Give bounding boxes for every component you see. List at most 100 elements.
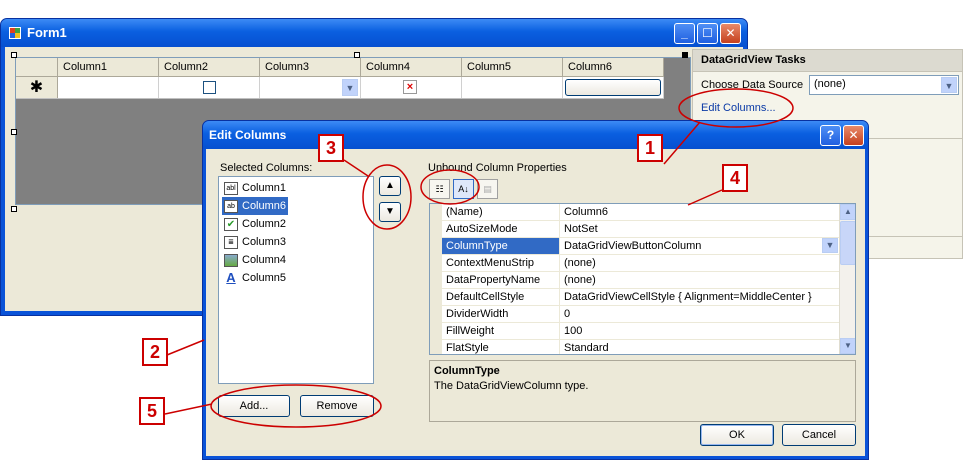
property-row[interactable]: FillWeight 100 <box>430 323 840 340</box>
grid-gutter <box>430 323 442 339</box>
selected-columns-list[interactable]: abl Column1 ab Column6 ✔ Column2 ≣ Colum… <box>218 176 374 384</box>
property-grid[interactable]: (Name) Column6 AutoSizeMode NotSet Colum… <box>429 203 856 355</box>
property-row[interactable]: DefaultCellStyle DataGridViewCellStyle {… <box>430 289 840 306</box>
cell-button[interactable] <box>565 79 661 96</box>
new-row-marker[interactable]: ✱ <box>16 77 58 98</box>
textbox-column-icon: abl <box>224 181 238 195</box>
selection-handle[interactable] <box>354 52 360 58</box>
alphabetical-button[interactable]: A↓ <box>453 179 474 199</box>
button-column-icon: ab <box>224 199 238 213</box>
dgv-column-header[interactable]: Column4 <box>361 58 462 76</box>
ok-button[interactable]: OK <box>700 424 774 446</box>
property-value[interactable]: 100 <box>560 323 840 339</box>
minimize-button[interactable]: _ <box>674 23 695 44</box>
property-value[interactable]: NotSet <box>560 221 840 237</box>
sort-az-icon: A↓ <box>458 184 469 194</box>
list-item-selected[interactable]: ab Column6 <box>222 197 289 215</box>
property-value-combo[interactable]: DataGridViewButtonColumn ▼ <box>560 238 840 254</box>
list-item[interactable]: Column4 <box>222 251 288 269</box>
property-row[interactable]: DataPropertyName (none) <box>430 272 840 289</box>
property-name: (Name) <box>442 204 560 220</box>
callout-1: 1 <box>637 134 663 162</box>
selection-handle[interactable] <box>11 129 17 135</box>
selection-handle[interactable] <box>11 52 17 58</box>
property-pages-button[interactable]: ▤ <box>477 179 498 199</box>
scroll-down-icon[interactable]: ▼ <box>840 338 855 354</box>
dgv-button-cell[interactable] <box>563 77 664 98</box>
property-value[interactable]: 0 <box>560 306 840 322</box>
arrow-down-icon: ▼ <box>385 206 395 217</box>
list-item[interactable]: ✔ Column2 <box>222 215 288 233</box>
property-name: DataPropertyName <box>442 272 560 288</box>
maximize-button[interactable]: ☐ <box>697 23 718 44</box>
property-row-selected[interactable]: ColumnType DataGridViewButtonColumn ▼ <box>430 238 840 255</box>
property-value[interactable]: Standard <box>560 340 840 354</box>
property-row[interactable]: FlatStyle Standard <box>430 340 840 354</box>
checkbox-icon[interactable] <box>203 81 216 94</box>
property-row[interactable]: DividerWidth 0 <box>430 306 840 323</box>
dgv-column-header[interactable]: Column5 <box>462 58 563 76</box>
property-name: ColumnType <box>442 238 560 254</box>
callout-2: 2 <box>142 338 168 366</box>
property-value[interactable]: (none) <box>560 255 840 271</box>
data-source-select[interactable]: (none) ▼ <box>809 75 959 95</box>
cancel-button[interactable]: Cancel <box>782 424 856 446</box>
property-value[interactable]: DataGridViewCellStyle { Alignment=Middle… <box>560 289 840 305</box>
dgv-image-cell[interactable]: × <box>361 77 462 98</box>
vertical-scrollbar[interactable]: ▲ ▼ <box>839 204 855 354</box>
property-name: FillWeight <box>442 323 560 339</box>
dgv-column-header[interactable]: Column3 <box>260 58 361 76</box>
move-up-button[interactable]: ▲ <box>379 176 401 196</box>
help-icon: ? <box>826 128 835 142</box>
dialog-titlebar[interactable]: Edit Columns ? ✕ <box>203 121 868 149</box>
scroll-up-icon[interactable]: ▲ <box>840 204 855 220</box>
list-item[interactable]: A Column5 <box>222 269 288 287</box>
dgv-column-header[interactable]: Column1 <box>58 58 159 76</box>
grid-gutter <box>430 221 442 237</box>
dgv-corner[interactable] <box>16 58 58 76</box>
scroll-thumb[interactable] <box>840 221 855 265</box>
form1-title: Form1 <box>27 25 67 40</box>
chevron-down-icon[interactable]: ▼ <box>342 79 358 96</box>
categorized-icon: ☷ <box>435 184 444 194</box>
property-row[interactable]: ContextMenuStrip (none) <box>430 255 840 272</box>
property-value: DataGridViewButtonColumn <box>564 240 702 252</box>
property-name: DividerWidth <box>442 306 560 322</box>
property-row[interactable]: AutoSizeMode NotSet <box>430 221 840 238</box>
chevron-down-icon[interactable]: ▼ <box>822 238 838 253</box>
dgv-combobox-cell[interactable]: ▼ <box>260 77 361 98</box>
close-button[interactable]: ✕ <box>720 23 741 44</box>
move-down-button[interactable]: ▼ <box>379 202 401 222</box>
image-column-icon <box>224 253 238 267</box>
dgv-textbox-cell[interactable] <box>58 77 159 98</box>
add-button[interactable]: Add... <box>218 395 290 417</box>
choose-data-source-label: Choose Data Source <box>701 79 804 91</box>
dgv-link-cell[interactable] <box>462 77 563 98</box>
list-item[interactable]: abl Column1 <box>222 179 288 197</box>
smart-tag-glyph[interactable] <box>682 52 688 58</box>
selection-handle[interactable] <box>11 206 17 212</box>
list-item[interactable]: ≣ Column3 <box>222 233 288 251</box>
data-source-value: (none) <box>814 78 846 90</box>
dialog-close-button[interactable]: ✕ <box>843 125 864 146</box>
chevron-down-icon[interactable]: ▼ <box>941 77 957 93</box>
form1-titlebar[interactable]: Form1 _ ☐ ✕ <box>1 19 747 47</box>
edit-columns-link[interactable]: Edit Columns... <box>701 102 776 114</box>
minimize-icon: _ <box>681 26 688 40</box>
property-value[interactable]: (none) <box>560 272 840 288</box>
grid-gutter <box>430 238 442 254</box>
grid-gutter <box>430 306 442 322</box>
help-button[interactable]: ? <box>820 125 841 146</box>
categorized-button[interactable]: ☷ <box>429 179 450 199</box>
dgv-column-header[interactable]: Column6 <box>563 58 664 76</box>
property-name: FlatStyle <box>442 340 560 354</box>
list-item-label: Column6 <box>242 200 287 212</box>
unbound-properties-label: Unbound Column Properties <box>428 162 567 174</box>
property-row[interactable]: (Name) Column6 <box>430 204 840 221</box>
dgv-header-row: Column1 Column2 Column3 Column4 Column5 … <box>16 58 664 77</box>
property-value[interactable]: Column6 <box>560 204 840 220</box>
dgv-column-header[interactable]: Column2 <box>159 58 260 76</box>
dgv-checkbox-cell[interactable] <box>159 77 260 98</box>
callout-5: 5 <box>139 397 165 425</box>
remove-button[interactable]: Remove <box>300 395 374 417</box>
